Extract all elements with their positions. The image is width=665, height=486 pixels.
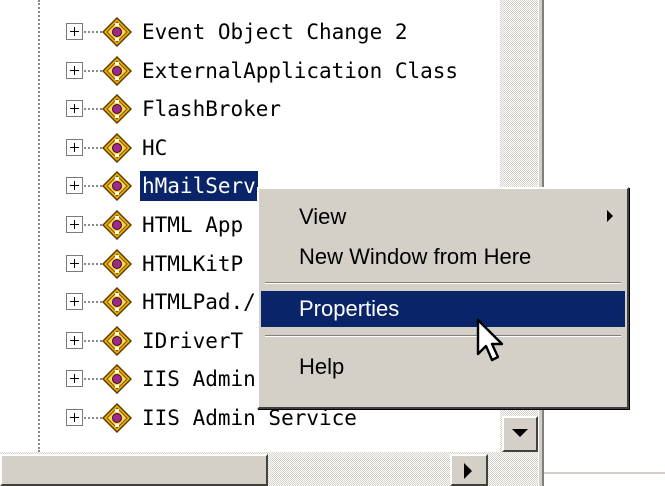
tree-node-label[interactable]: FlashBroker: [140, 94, 283, 124]
tree-branch-line: [84, 224, 102, 226]
plus-expander-icon[interactable]: [66, 331, 83, 349]
tree-branch-line: [84, 31, 102, 33]
plus-expander-icon[interactable]: [66, 61, 83, 79]
menu-separator: [265, 282, 621, 284]
plus-expander-icon[interactable]: [66, 409, 83, 426]
horizontal-scrollbar[interactable]: [0, 452, 538, 486]
scroll-down-button[interactable]: [502, 416, 538, 452]
menu-separator: [265, 335, 621, 337]
com-object-icon: [102, 94, 132, 125]
com-object-icon: [102, 55, 132, 86]
tree-branch-line: [84, 301, 102, 304]
plus-expander-icon[interactable]: [66, 370, 83, 388]
com-object-icon: [102, 287, 132, 318]
context-menu: View New Window from Here Properties Hel…: [257, 187, 629, 409]
tree-branch-line: [84, 108, 102, 111]
tree-node-label[interactable]: Event Object Change 2: [140, 17, 410, 47]
menu-item-properties-label: Properties: [299, 296, 400, 321]
mouse-pointer-icon: [476, 318, 504, 362]
com-object-icon: [102, 403, 132, 433]
scroll-down-arrow-icon: [512, 429, 528, 437]
plus-expander-icon[interactable]: [66, 138, 83, 156]
horizontal-scroll-thumb[interactable]: [0, 454, 268, 486]
tree-node-label[interactable]: HC: [140, 133, 169, 163]
com-object-icon: [102, 210, 132, 240]
tree-node-label[interactable]: IIS Admin: [140, 364, 258, 394]
tree-branch-line: [84, 69, 102, 72]
plus-expander-icon[interactable]: [66, 293, 83, 311]
menu-item-new-window[interactable]: New Window from Here: [261, 239, 625, 275]
tree-node[interactable]: ExternalApplication Class: [0, 51, 500, 91]
scroll-right-arrow-icon: [464, 463, 472, 479]
com-object-icon: [102, 132, 132, 163]
tree-node[interactable]: FlashBroker: [0, 89, 500, 129]
tree-branch-line: [84, 146, 102, 149]
plus-expander-icon[interactable]: [66, 23, 83, 40]
tree-branch-line: [84, 417, 102, 419]
tree-node-label[interactable]: hMailServ: [140, 171, 258, 202]
com-object-icon: [102, 17, 132, 47]
tree-node[interactable]: HC: [0, 128, 500, 168]
tree-branch-line: [84, 262, 102, 265]
menu-item-help[interactable]: Help: [261, 349, 625, 385]
tree-node-label[interactable]: HTMLPad./: [140, 287, 258, 317]
menu-item-new-window-label: New Window from Here: [299, 244, 532, 269]
menu-item-view-label: View: [299, 204, 347, 229]
menu-item-help-label: Help: [299, 354, 345, 379]
tree-branch-line: [84, 185, 102, 188]
tree-node-label[interactable]: HTMLKitP: [140, 249, 245, 279]
plus-expander-icon[interactable]: [66, 254, 83, 272]
menu-item-properties[interactable]: Properties: [261, 291, 625, 327]
com-object-icon: [102, 364, 132, 395]
scroll-right-button[interactable]: [450, 454, 488, 486]
submenu-arrow-icon: [607, 210, 613, 222]
com-object-icon: [102, 325, 132, 356]
plus-expander-icon[interactable]: [66, 100, 83, 118]
com-object-icon: [102, 171, 132, 202]
tree-branch-line: [84, 378, 102, 381]
menu-item-view[interactable]: View: [261, 199, 625, 235]
tree-node-label[interactable]: HTML App: [140, 210, 245, 240]
tree-node-label[interactable]: ExternalApplication Class: [140, 56, 460, 86]
tree-branch-line: [84, 339, 102, 342]
tree-node[interactable]: Event Object Change 2: [0, 12, 500, 52]
com-object-icon: [102, 248, 132, 279]
plus-expander-icon[interactable]: [66, 216, 83, 233]
tree-node-label[interactable]: IDriverT: [140, 326, 245, 356]
plus-expander-icon[interactable]: [66, 177, 83, 195]
